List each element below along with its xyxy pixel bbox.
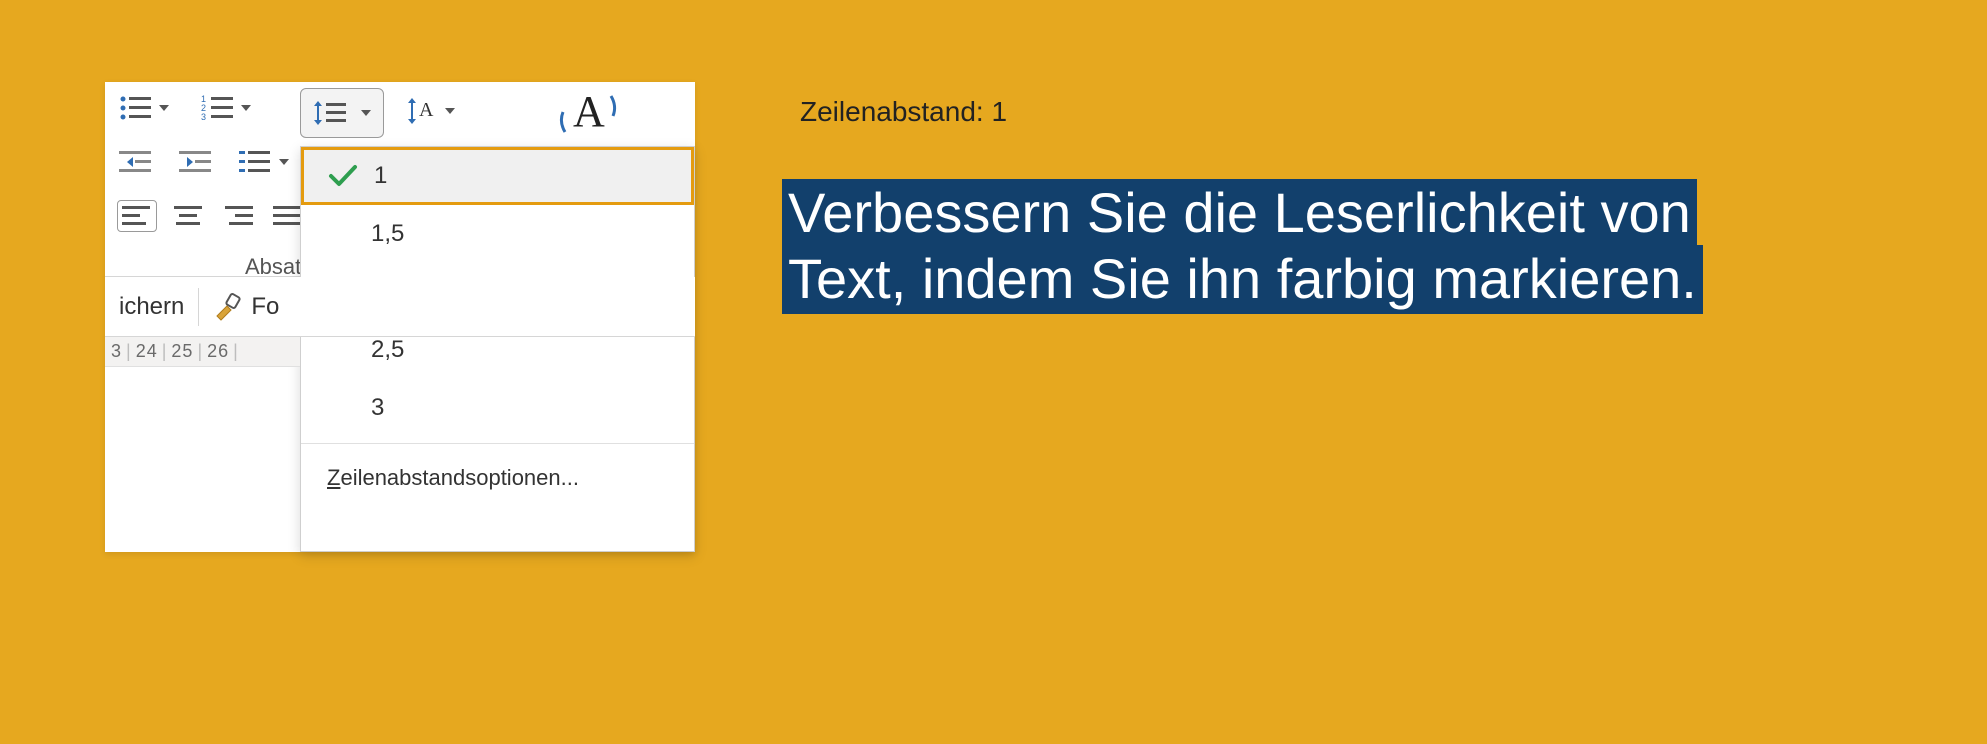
chevron-down-icon <box>445 108 455 114</box>
svg-text:A: A <box>419 99 434 121</box>
svg-text:A: A <box>573 87 605 136</box>
line-spacing-icon <box>313 98 349 128</box>
ruler-mark: 24 <box>136 341 158 362</box>
multilevel-list-icon <box>239 148 273 176</box>
line-spacing-option-1-5[interactable]: 1,5 <box>301 205 694 263</box>
decrease-indent-icon <box>119 148 153 176</box>
align-center-button[interactable] <box>173 204 203 228</box>
line-spacing-option-1[interactable]: 1 <box>301 147 694 205</box>
ribbon-panel: 1 2 3 A <box>105 82 695 552</box>
multilevel-list-button[interactable] <box>239 148 289 176</box>
numbered-list-button[interactable]: 1 2 3 <box>201 94 251 122</box>
quick-toolbar: ichern Fo <box>105 277 695 337</box>
chevron-down-icon <box>159 105 169 111</box>
menu-separator <box>301 443 694 444</box>
menu-options-prefix: Z <box>327 465 340 491</box>
toolbar-label: Fo <box>251 293 279 321</box>
svg-text:3: 3 <box>201 112 206 122</box>
align-right-button[interactable] <box>223 204 253 228</box>
align-left-icon <box>122 204 152 228</box>
ruler-tick: | <box>126 341 132 362</box>
chevron-down-icon <box>279 159 289 165</box>
format-painter-button[interactable]: Fo <box>199 277 293 336</box>
line-spacing-button[interactable] <box>300 88 384 138</box>
align-center-icon <box>173 204 203 228</box>
line-spacing-menu: 1 1,5 2 2,5 3 Zeilenabstandsoptionen... <box>300 146 695 552</box>
paintbrush-icon <box>213 292 243 322</box>
menu-item-label: 3 <box>371 394 384 422</box>
ruler[interactable]: 3 | 24 | 25 | 26 | <box>105 337 300 367</box>
align-left-button[interactable] <box>117 200 157 232</box>
chevron-down-icon <box>361 110 371 116</box>
character-formatting-button[interactable]: A <box>555 84 621 140</box>
highlighted-span: Verbessern Sie die Leserlichkeit von Tex… <box>782 179 1703 314</box>
increase-indent-button[interactable] <box>179 148 213 176</box>
align-justify-button[interactable] <box>273 204 303 228</box>
highlighted-sample-text: Verbessern Sie die Leserlichkeit von Tex… <box>782 180 1782 312</box>
bullet-list-button[interactable] <box>119 94 169 122</box>
line-spacing-options-link[interactable]: Zeilenabstandsoptionen... <box>301 450 694 506</box>
menu-options-rest: eilenabstandsoptionen... <box>340 465 579 491</box>
ruler-tick: | <box>233 341 239 362</box>
menu-item-label: 2,5 <box>371 336 404 364</box>
toolbar-label: ichern <box>119 293 184 321</box>
align-right-icon <box>223 204 253 228</box>
save-button[interactable]: ichern <box>105 277 198 336</box>
ruler-tick: | <box>162 341 168 362</box>
increase-indent-icon <box>179 148 213 176</box>
decrease-indent-button[interactable] <box>119 148 153 176</box>
ruler-mark: 25 <box>171 341 193 362</box>
menu-item-label: 1 <box>374 162 387 190</box>
menu-item-label: 1,5 <box>371 220 404 248</box>
ruler-tick: | <box>197 341 203 362</box>
align-justify-icon <box>273 204 303 228</box>
text-direction-button[interactable]: A <box>405 94 455 128</box>
chevron-down-icon <box>241 105 251 111</box>
caption-text: Zeilenabstand: 1 <box>800 96 1007 128</box>
numbered-list-icon: 1 2 3 <box>201 94 235 122</box>
bullet-list-icon <box>119 94 153 122</box>
ruler-mark: 26 <box>207 341 229 362</box>
text-direction-icon: A <box>405 94 439 128</box>
character-icon: A <box>555 84 621 140</box>
ruler-mark: 3 <box>111 341 122 362</box>
check-icon <box>328 164 374 188</box>
line-spacing-option-3[interactable]: 3 <box>301 379 694 437</box>
